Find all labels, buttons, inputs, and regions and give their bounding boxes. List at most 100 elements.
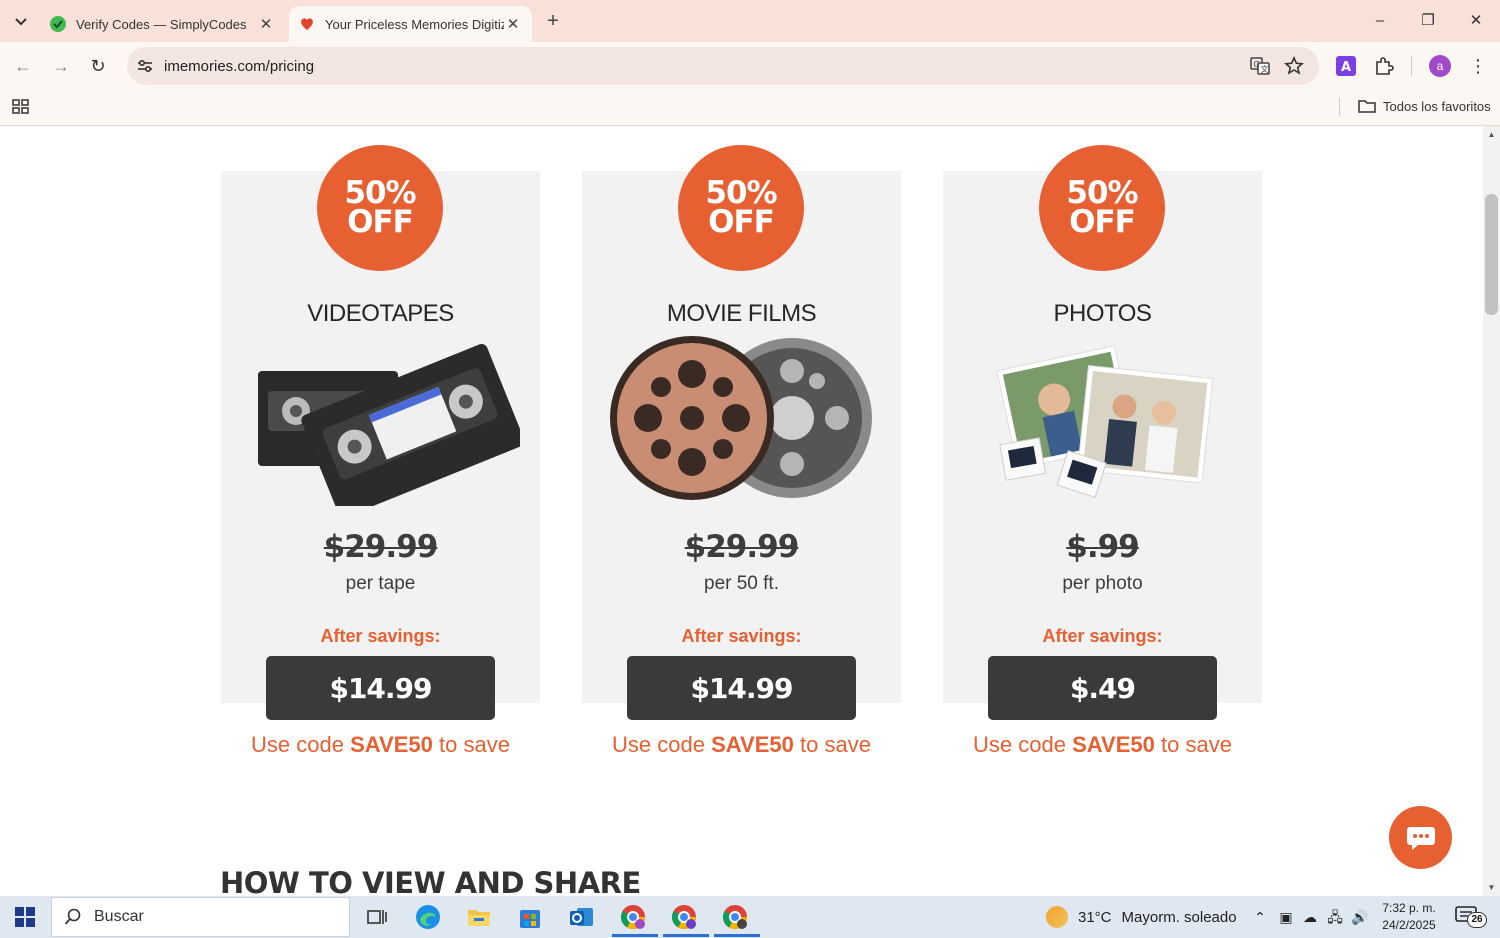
page-scrollbar[interactable]: ▲ ▼ — [1483, 126, 1500, 896]
edge-browser-icon[interactable] — [414, 903, 442, 931]
tab-title: Your Priceless Memories Digitiz — [325, 16, 504, 32]
notification-center-button[interactable]: 26 — [1455, 906, 1487, 930]
promo-prefix: Use code — [973, 732, 1066, 757]
promo-code: SAVE50 — [350, 732, 433, 757]
discount-badge: 50% OFF — [678, 145, 804, 271]
chrome-profile-a-icon[interactable] — [619, 903, 647, 931]
outlook-icon[interactable] — [567, 903, 595, 931]
price-unit: per tape — [345, 573, 416, 594]
tray-teams-icon[interactable]: ▣ — [1277, 908, 1295, 926]
windows-taskbar: Buscar 31°C Mayorm. soleado ⌃ ▣ ☁ 🖧 🔊 7:… — [0, 896, 1500, 938]
card-title: MOVIE FILMS — [666, 300, 817, 327]
discounted-price-button[interactable]: $14.99 — [266, 656, 495, 720]
weather-widget[interactable]: 31°C Mayorm. soleado — [1046, 906, 1237, 928]
scroll-up-arrow-icon[interactable]: ▲ — [1487, 130, 1496, 139]
discount-badge: 50% OFF — [1039, 145, 1165, 271]
original-price: $29.99 — [323, 529, 439, 565]
original-price: $29.99 — [684, 529, 800, 565]
chat-launcher-button[interactable] — [1389, 806, 1452, 869]
minimize-icon[interactable]: – — [1365, 8, 1395, 34]
promo-code: SAVE50 — [1072, 732, 1155, 757]
translate-icon[interactable]: G文 — [1250, 56, 1270, 76]
search-icon — [64, 908, 81, 925]
heart-favicon-icon — [301, 18, 313, 30]
promo-prefix: Use code — [251, 732, 344, 757]
toolbar-divider — [1411, 56, 1412, 76]
taskbar-search-box[interactable]: Buscar — [51, 897, 350, 937]
svg-text:G: G — [1254, 60, 1260, 69]
back-arrow-icon[interactable]: ← — [11, 54, 35, 78]
tab-simplycodes[interactable]: Verify Codes — SimplyCodes ✕ — [40, 6, 285, 42]
chat-bubble-icon — [1406, 826, 1435, 850]
promo-code-line: Use code SAVE50 to save — [943, 732, 1262, 758]
bookmark-star-icon[interactable] — [1284, 56, 1304, 76]
new-tab-plus-icon[interactable]: + — [541, 9, 565, 33]
scrollbar-thumb[interactable] — [1485, 194, 1498, 315]
discount-badge: 50% OFF — [317, 145, 443, 271]
close-tab-icon[interactable]: ✕ — [504, 15, 522, 33]
card-title: VIDEOTAPES — [307, 300, 454, 327]
all-bookmarks-label: Todos los favoritos — [1383, 98, 1491, 114]
discounted-price-button[interactable]: $14.99 — [627, 656, 856, 720]
tab-groups-grid-icon[interactable] — [12, 97, 30, 115]
tab-imemories[interactable]: Your Priceless Memories Digitiz ✕ — [289, 6, 532, 42]
clock-date: 24/2/2025 — [1382, 918, 1436, 932]
section-heading: HOW TO VIEW AND SHARE — [220, 866, 641, 896]
promo-suffix: to save — [1161, 732, 1232, 757]
photo-prints-image — [996, 345, 1214, 499]
network-icon[interactable]: 🖧 — [1326, 908, 1344, 926]
active-app-indicator — [714, 934, 760, 937]
svg-text:文: 文 — [1261, 64, 1269, 74]
notification-count-badge: 26 — [1467, 912, 1487, 928]
close-tab-icon[interactable]: ✕ — [257, 15, 275, 33]
active-app-indicator — [612, 934, 658, 937]
extensions-puzzle-icon[interactable] — [1374, 56, 1394, 76]
browser-menu-icon[interactable]: ⋮ — [1469, 54, 1487, 78]
badge-off: OFF — [347, 204, 414, 240]
chevron-down-icon — [15, 18, 27, 26]
clock-time: 7:32 p. m. — [1382, 901, 1436, 915]
weather-desc: Mayorm. soleado — [1121, 908, 1237, 926]
bookmarks-bar: Todos los favoritos — [0, 90, 1500, 126]
tab-title: Verify Codes — SimplyCodes — [76, 16, 247, 32]
vhs-tapes-image — [258, 343, 520, 506]
file-explorer-icon[interactable] — [465, 903, 493, 931]
forward-arrow-icon[interactable]: → — [49, 54, 73, 78]
reload-icon[interactable]: ↻ — [86, 54, 110, 78]
all-bookmarks-button[interactable]: Todos los favoritos — [1358, 96, 1491, 116]
windows-start-icon[interactable] — [15, 907, 35, 927]
extension-a-icon[interactable]: A — [1336, 56, 1356, 76]
tray-chevron-up-icon[interactable]: ⌃ — [1251, 908, 1269, 926]
promo-code-line: Use code SAVE50 to save — [582, 732, 901, 758]
system-clock[interactable]: 7:32 p. m. 24/2/2025 — [1375, 900, 1443, 934]
volume-icon[interactable]: 🔊 — [1351, 908, 1369, 926]
badge-off: OFF — [1069, 204, 1136, 240]
promo-prefix: Use code — [612, 732, 705, 757]
url-text: imemories.com/pricing — [164, 58, 315, 75]
taskbar-search-placeholder: Buscar — [94, 908, 144, 925]
active-app-indicator — [663, 934, 709, 937]
svg-text:A: A — [1341, 60, 1351, 75]
browser-toolbar: ← → ↻ imemories.com/pricing G文 A a ⋮ — [0, 42, 1500, 90]
profile-avatar[interactable]: a — [1429, 55, 1451, 77]
chrome-profile-b-icon[interactable] — [670, 903, 698, 931]
chrome-profile-c-icon[interactable] — [721, 903, 749, 931]
weather-sun-icon — [1046, 906, 1068, 928]
close-window-icon[interactable]: ✕ — [1461, 8, 1491, 34]
tab-search-button[interactable] — [8, 9, 34, 35]
discounted-price-button[interactable]: $.49 — [988, 656, 1217, 720]
microsoft-store-icon[interactable] — [516, 903, 544, 931]
task-view-icon[interactable] — [363, 903, 391, 931]
tray-onedrive-icon[interactable]: ☁ — [1301, 908, 1319, 926]
badge-off: OFF — [708, 204, 775, 240]
promo-code-line: Use code SAVE50 to save — [221, 732, 540, 758]
film-reels-image — [610, 336, 872, 500]
original-price: $.99 — [1066, 529, 1140, 565]
restore-icon[interactable]: ❐ — [1413, 8, 1443, 34]
weather-temp: 31°C — [1078, 908, 1112, 926]
address-bar[interactable]: imemories.com/pricing G文 — [127, 47, 1319, 85]
site-info-icon[interactable] — [136, 57, 154, 75]
price-unit: per 50 ft. — [704, 573, 779, 594]
simplycodes-favicon-icon — [50, 16, 66, 32]
scroll-down-arrow-icon[interactable]: ▼ — [1487, 883, 1496, 892]
